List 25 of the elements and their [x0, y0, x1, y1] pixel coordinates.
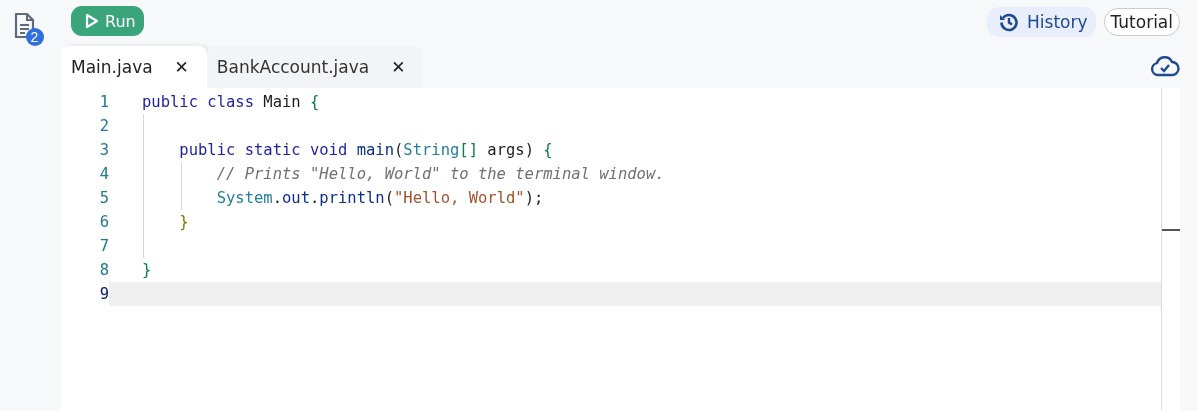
tutorial-button[interactable]: Tutorial [1103, 8, 1180, 36]
line-number: 3 [98, 141, 109, 159]
history-button[interactable]: History [987, 7, 1096, 37]
line-number: 5 [98, 189, 109, 207]
code-line: public static void main(String[] args) { [178, 141, 553, 159]
close-tab-button[interactable]: ✕ [385, 57, 412, 77]
line-number: 1 [98, 93, 109, 111]
play-icon [85, 13, 99, 29]
history-icon [999, 12, 1019, 32]
line-number: 8 [98, 261, 109, 279]
code-line: } [142, 261, 152, 279]
line-number: 2 [98, 117, 109, 135]
line-number: 9 [98, 285, 109, 303]
code-line: } [178, 213, 189, 231]
line-number: 4 [98, 165, 109, 183]
file-tab[interactable]: BankAccount.java ✕ [206, 46, 424, 88]
code-line: // Prints "Hello, World" to the terminal window. [215, 165, 665, 183]
file-tab[interactable]: Main.java ✕ [61, 46, 207, 88]
code-line: System.out.println("Hello, World"); [215, 189, 544, 207]
close-tab-button[interactable]: ✕ [168, 57, 195, 77]
code-line: public class Main { [142, 93, 320, 111]
cloud-check-icon [1150, 55, 1180, 77]
line-number: 7 [98, 237, 109, 255]
file-count-badge: 2 [25, 28, 44, 46]
line-number: 6 [98, 213, 109, 231]
